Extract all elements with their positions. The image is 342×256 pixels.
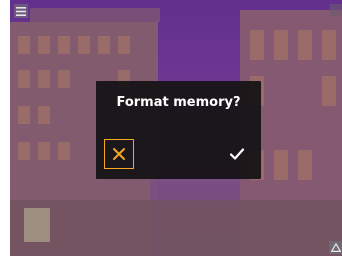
menu-icon bbox=[16, 6, 26, 16]
status-indicator bbox=[330, 4, 342, 16]
dialog-title: Format memory? bbox=[116, 95, 241, 110]
check-icon bbox=[229, 148, 245, 160]
confirm-button[interactable] bbox=[222, 141, 252, 167]
cancel-button[interactable] bbox=[104, 139, 134, 169]
warning-icon bbox=[330, 243, 341, 252]
warning-indicator[interactable] bbox=[329, 241, 342, 254]
thermal-camera-viewfinder: Format memory? bbox=[10, 0, 342, 256]
close-icon bbox=[113, 148, 125, 160]
format-memory-dialog: Format memory? bbox=[96, 81, 261, 179]
menu-button[interactable] bbox=[14, 4, 28, 18]
